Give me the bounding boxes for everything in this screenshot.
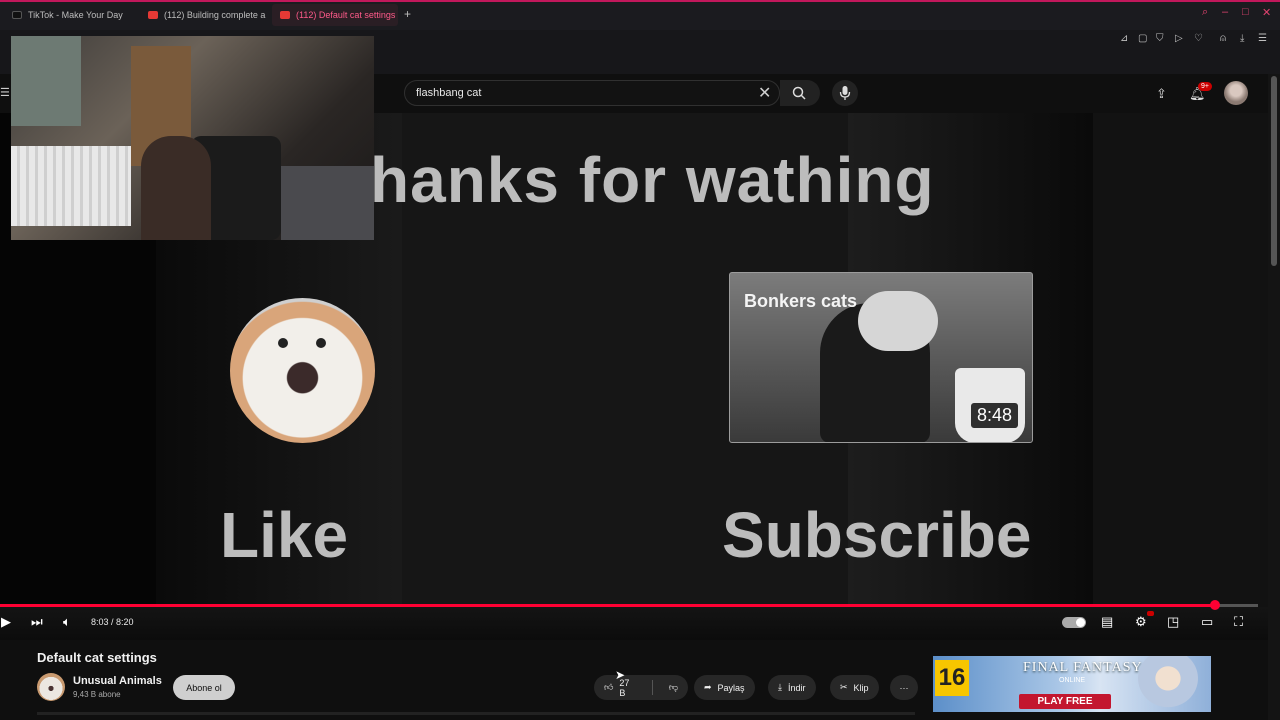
mouse-cursor-icon: ➤ [615,668,626,682]
webcam-window [11,36,81,126]
clip-label: Klip [853,682,869,693]
microphone-icon [839,86,851,100]
scrollbar-thumb[interactable] [1271,76,1277,266]
hd-badge [1147,611,1154,616]
pegi-rating: 16 [935,660,969,696]
menu-icon[interactable]: ☰ [1258,33,1267,44]
search-icon[interactable]: ⌕ [1202,6,1208,19]
thumbs-down-icon: 👎︎ [668,682,678,692]
tab-default-cat[interactable]: (112) Default cat settings [272,4,398,26]
download-button[interactable]: ⤓ İndir [768,675,816,700]
thumbs-up-icon: 👍︎ [604,682,614,692]
tab-label: (112) Default cat settings [296,10,396,20]
search-icon [792,86,806,100]
youtube-icon [280,11,290,19]
search-query: flashbang cat [416,87,482,99]
new-tab-button[interactable]: + [404,7,411,21]
dislike-button[interactable]: 👎︎ [659,675,688,700]
cat-thumbnail-face [858,291,938,351]
shield-icon[interactable]: ⛉ [1156,33,1164,44]
ad-character-art [1133,656,1203,712]
like-dislike-group: 👍︎ 27 B 👎︎ [594,675,688,700]
ad-play-free-button[interactable]: PLAY FREE [1019,694,1111,709]
endscreen-card-duration: 8:48 [970,403,1018,428]
upload-icon[interactable]: ⇪ [1156,86,1167,102]
search-button[interactable] [780,80,820,106]
video-title: Default cat settings [37,650,157,665]
share-label: Paylaş [717,682,745,693]
share-button[interactable]: ➦ Paylaş [694,675,755,700]
subscriber-count: 9,43 B abone [73,690,121,699]
subtitles-icon[interactable]: ▤ [1101,614,1113,630]
webcam-person [141,136,211,240]
autoplay-toggle[interactable] [1062,617,1086,628]
endscreen-like-text: Like [220,499,349,571]
pin-icon[interactable]: ⊿ [1120,33,1128,44]
ad-sub: ONLINE [1059,677,1086,684]
tab-label: TikTok - Make Your Day [28,10,123,20]
guide-menu-icon[interactable]: ☰ [0,86,10,99]
channel-avatar[interactable] [37,673,65,701]
time-display: 8:03 / 8:20 [91,617,134,627]
voice-search-button[interactable] [832,80,858,106]
tab-label: (112) Building complete a [164,10,266,20]
download-icon[interactable]: ⤓ [1240,33,1244,44]
endscreen-card-title: Bonkers cats [744,291,858,311]
download-icon: ⤓ [778,682,782,692]
youtube-icon [148,11,158,19]
tab-building[interactable]: (112) Building complete a [140,4,268,26]
endscreen-subscribe-text: Subscribe [722,499,1032,571]
notification-badge: 9+ [1198,82,1212,91]
scissors-icon: ✂ [840,682,848,692]
settings-gear-icon[interactable]: ⚙ [1135,614,1147,630]
progress-bar-fill [0,604,1216,607]
next-icon[interactable]: ⏭︎ [31,614,43,630]
divider [37,712,915,715]
theater-mode-icon[interactable]: ▭ [1201,614,1213,630]
play-icon[interactable]: ▶ [1,614,11,630]
minimize-icon[interactable]: – [1222,6,1228,18]
endscreen-video-card[interactable]: Bonkers cats 8:48 [729,272,1033,443]
more-icon: ··· [899,682,909,693]
webcam-bed [281,166,374,240]
divider [651,680,653,695]
endscreen-title: hanks for wathing [370,144,935,216]
volume-icon[interactable]: 🔈︎ [63,614,71,630]
download-label: İndir [787,682,806,693]
miniplayer-icon[interactable]: ◳ [1167,614,1179,630]
channel-name[interactable]: Unusual Animals [73,675,162,687]
webcam-radiator [11,146,131,226]
user-icon[interactable]: ⍝ [1220,33,1226,44]
clip-button[interactable]: ✂ Klip [830,675,879,700]
play-icon[interactable]: ▷ [1175,33,1183,44]
close-icon[interactable]: ✕ [1262,6,1271,19]
endscreen-channel-avatar[interactable] [230,298,375,443]
maximize-icon[interactable]: □ [1242,6,1249,18]
subscribe-button[interactable]: Abone ol [173,675,235,700]
ad-banner[interactable]: 16 FINAL FANTASY XIV ONLINE PLAY FREE [933,656,1211,712]
more-actions-button[interactable]: ··· [890,675,918,700]
account-avatar[interactable] [1224,81,1248,105]
tiktok-icon [12,11,22,19]
tab-tiktok[interactable]: TikTok - Make Your Day [4,4,140,26]
video-background-right [1093,113,1268,640]
webcam-overlay [11,36,374,240]
clear-search-icon[interactable]: ✕ [758,83,771,103]
cat-eye [278,338,288,348]
share-icon: ➦ [704,682,712,692]
fullscreen-icon[interactable]: ⛶ [1234,614,1243,630]
cat-eye [316,338,326,348]
heart-icon[interactable]: ♡ [1194,33,1203,44]
square-icon[interactable]: ▢ [1138,33,1147,44]
